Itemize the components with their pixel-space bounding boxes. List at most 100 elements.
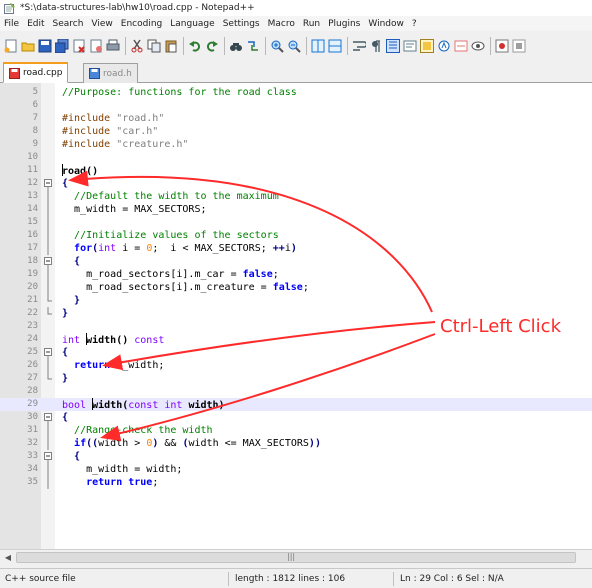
toolbar-separator bbox=[490, 37, 491, 55]
print-icon[interactable] bbox=[105, 38, 121, 54]
stop-recording-icon[interactable] bbox=[511, 38, 527, 54]
zoom-out-icon[interactable] bbox=[286, 38, 302, 54]
show-all-characters-icon[interactable] bbox=[368, 38, 384, 54]
fold-toggle-icon[interactable] bbox=[43, 177, 53, 190]
line-number: 8 bbox=[32, 126, 38, 136]
code-line[interactable]: 17 for(int i = 0; i < MAX_SECTORS; ++i) bbox=[0, 242, 592, 255]
code-line[interactable]: 34 m_width = width; bbox=[0, 463, 592, 476]
monitoring-icon[interactable] bbox=[470, 38, 486, 54]
fold-toggle-icon[interactable] bbox=[43, 411, 53, 424]
code-token: for bbox=[74, 243, 93, 254]
close-all-icon[interactable] bbox=[88, 38, 104, 54]
code-line[interactable]: 28 bbox=[0, 385, 592, 398]
code-line[interactable]: 9 #include "creature.h" bbox=[0, 138, 592, 151]
line-number: 18 bbox=[27, 256, 38, 266]
line-number: 22 bbox=[27, 308, 38, 318]
folder-as-workspace-icon[interactable] bbox=[453, 38, 469, 54]
code-line[interactable]: 20 m_road_sectors[i].m_creature = false; bbox=[0, 281, 592, 294]
code-line[interactable]: 12 { bbox=[0, 177, 592, 190]
menu-view[interactable]: View bbox=[87, 19, 116, 29]
menu-macro[interactable]: Macro bbox=[264, 19, 299, 29]
word-wrap-icon[interactable] bbox=[351, 38, 367, 54]
menu-window[interactable]: Window bbox=[364, 19, 408, 29]
fold-margin-cell bbox=[43, 138, 53, 151]
line-number: 27 bbox=[27, 373, 38, 383]
code-line[interactable]: 15 bbox=[0, 216, 592, 229]
save-icon[interactable] bbox=[37, 38, 53, 54]
open-file-icon[interactable] bbox=[20, 38, 36, 54]
menu-settings[interactable]: Settings bbox=[219, 19, 264, 29]
status-position: Ln : 29 Col : 6 Sel : N/A bbox=[400, 574, 504, 584]
zoom-in-icon[interactable] bbox=[269, 38, 285, 54]
code-line[interactable]: 5 //Purpose: functions for the road class bbox=[0, 86, 592, 99]
code-token: m_width = width; bbox=[62, 464, 183, 475]
code-token: ; bbox=[272, 269, 279, 280]
code-line[interactable]: 10 bbox=[0, 151, 592, 164]
scroll-left-arrow-icon[interactable]: ◀ bbox=[2, 552, 14, 564]
code-line[interactable]: 19 m_road_sectors[i].m_car = false; bbox=[0, 268, 592, 281]
code-line[interactable]: 18 { bbox=[0, 255, 592, 268]
redo-icon[interactable] bbox=[204, 38, 220, 54]
code-token: road() bbox=[62, 166, 99, 177]
tab-road-h[interactable]: road.h bbox=[83, 63, 138, 83]
fold-toggle-icon[interactable] bbox=[43, 255, 53, 268]
line-number: 16 bbox=[27, 230, 38, 240]
code-line[interactable]: 30 { bbox=[0, 411, 592, 424]
code-line[interactable]: 13 //Default the width to the maximum bbox=[0, 190, 592, 203]
code-line[interactable]: 14 m_width = MAX_SECTORS; bbox=[0, 203, 592, 216]
code-line[interactable]: 31 //Range-check the width bbox=[0, 424, 592, 437]
fold-margin-cell bbox=[43, 385, 53, 398]
record-macro-icon[interactable] bbox=[494, 38, 510, 54]
code-token: return true bbox=[86, 477, 153, 488]
horizontal-scrollbar[interactable]: ◀ ||| bbox=[0, 549, 592, 565]
code-line[interactable]: 33 { bbox=[0, 450, 592, 463]
menu-language[interactable]: Language bbox=[166, 19, 218, 29]
code-token: //Default the width to the maximum bbox=[74, 191, 279, 202]
code-line[interactable]: 7 #include "road.h" bbox=[0, 112, 592, 125]
code-line[interactable]: 25 { bbox=[0, 346, 592, 359]
code-line[interactable]: 32 if((width > 0) && (width <= MAX_SECTO… bbox=[0, 437, 592, 450]
code-line[interactable]: 11 road() bbox=[0, 164, 592, 177]
line-number: 34 bbox=[27, 464, 38, 474]
code-text: m_width = width; bbox=[62, 463, 182, 476]
tab-road-cpp[interactable]: road.cpp bbox=[3, 62, 69, 83]
code-text: for(int i = 0; i < MAX_SECTORS; ++i) bbox=[62, 242, 297, 255]
fold-toggle-icon[interactable] bbox=[43, 450, 53, 463]
document-map-icon[interactable] bbox=[419, 38, 435, 54]
menu-plugins[interactable]: Plugins bbox=[324, 19, 364, 29]
code-line[interactable]: 6 bbox=[0, 99, 592, 112]
new-file-icon[interactable] bbox=[3, 38, 19, 54]
code-line[interactable]: 35 return true; bbox=[0, 476, 592, 489]
sync-horizontal-icon[interactable] bbox=[327, 38, 343, 54]
code-line[interactable]: 27} bbox=[0, 372, 592, 385]
undo-icon[interactable] bbox=[187, 38, 203, 54]
fold-margin-cell bbox=[43, 398, 53, 411]
code-text: //Purpose: functions for the road class bbox=[62, 86, 297, 99]
indent-guide-icon[interactable] bbox=[385, 38, 401, 54]
menu-file[interactable]: File bbox=[0, 19, 23, 29]
menu-search[interactable]: Search bbox=[49, 19, 88, 29]
fold-toggle-icon[interactable] bbox=[43, 346, 53, 359]
scrollbar-thumb[interactable]: ||| bbox=[16, 552, 576, 563]
menu-run[interactable]: Run bbox=[299, 19, 324, 29]
function-list-icon[interactable] bbox=[436, 38, 452, 54]
fold-line-icon bbox=[43, 476, 53, 489]
menu-edit[interactable]: Edit bbox=[23, 19, 48, 29]
cut-icon[interactable] bbox=[129, 38, 145, 54]
replace-icon[interactable] bbox=[245, 38, 261, 54]
menu-help[interactable]: ? bbox=[408, 19, 421, 29]
code-line[interactable]: 26 return m_width; bbox=[0, 359, 592, 372]
user-defined-language-icon[interactable] bbox=[402, 38, 418, 54]
copy-icon[interactable] bbox=[146, 38, 162, 54]
find-icon[interactable] bbox=[228, 38, 244, 54]
code-line[interactable]: 21 } bbox=[0, 294, 592, 307]
save-all-icon[interactable] bbox=[54, 38, 70, 54]
code-line[interactable]: 29 bool width(const int width) bbox=[0, 398, 592, 411]
code-line[interactable]: 16 //Initialize values of the sectors bbox=[0, 229, 592, 242]
close-file-icon[interactable] bbox=[71, 38, 87, 54]
sync-vertical-icon[interactable] bbox=[310, 38, 326, 54]
menu-encoding[interactable]: Encoding bbox=[117, 19, 166, 29]
code-line[interactable]: 8 #include "car.h" bbox=[0, 125, 592, 138]
paste-icon[interactable] bbox=[163, 38, 179, 54]
